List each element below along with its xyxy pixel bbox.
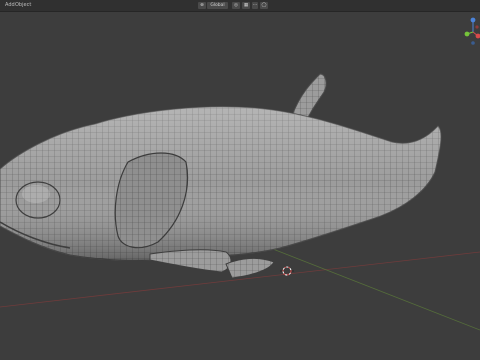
snap-toggle-icon[interactable]: ▦ [242,2,250,9]
3d-viewport[interactable] [0,12,480,360]
fish-mesh[interactable] [0,73,442,279]
menu-object[interactable]: Object [14,0,32,11]
viewport-header: Add Object ⊕ Global ◎ ▦ ⋯ ◯ [0,0,480,12]
transform-pivot-icon[interactable]: ⊕ [198,2,206,9]
gizmo-y-icon [464,31,470,37]
gizmo-z-icon [470,17,476,23]
snap-icon[interactable]: ◎ [232,2,240,9]
orientation-label: Global [210,3,225,8]
proportional-edit-icon[interactable]: ⋯ [252,2,258,9]
y-axis-line [254,241,480,331]
orientation-dropdown[interactable]: Global [207,2,228,9]
falloff-icon[interactable]: ◯ [260,2,268,9]
navigation-gizmo[interactable] [464,12,480,48]
